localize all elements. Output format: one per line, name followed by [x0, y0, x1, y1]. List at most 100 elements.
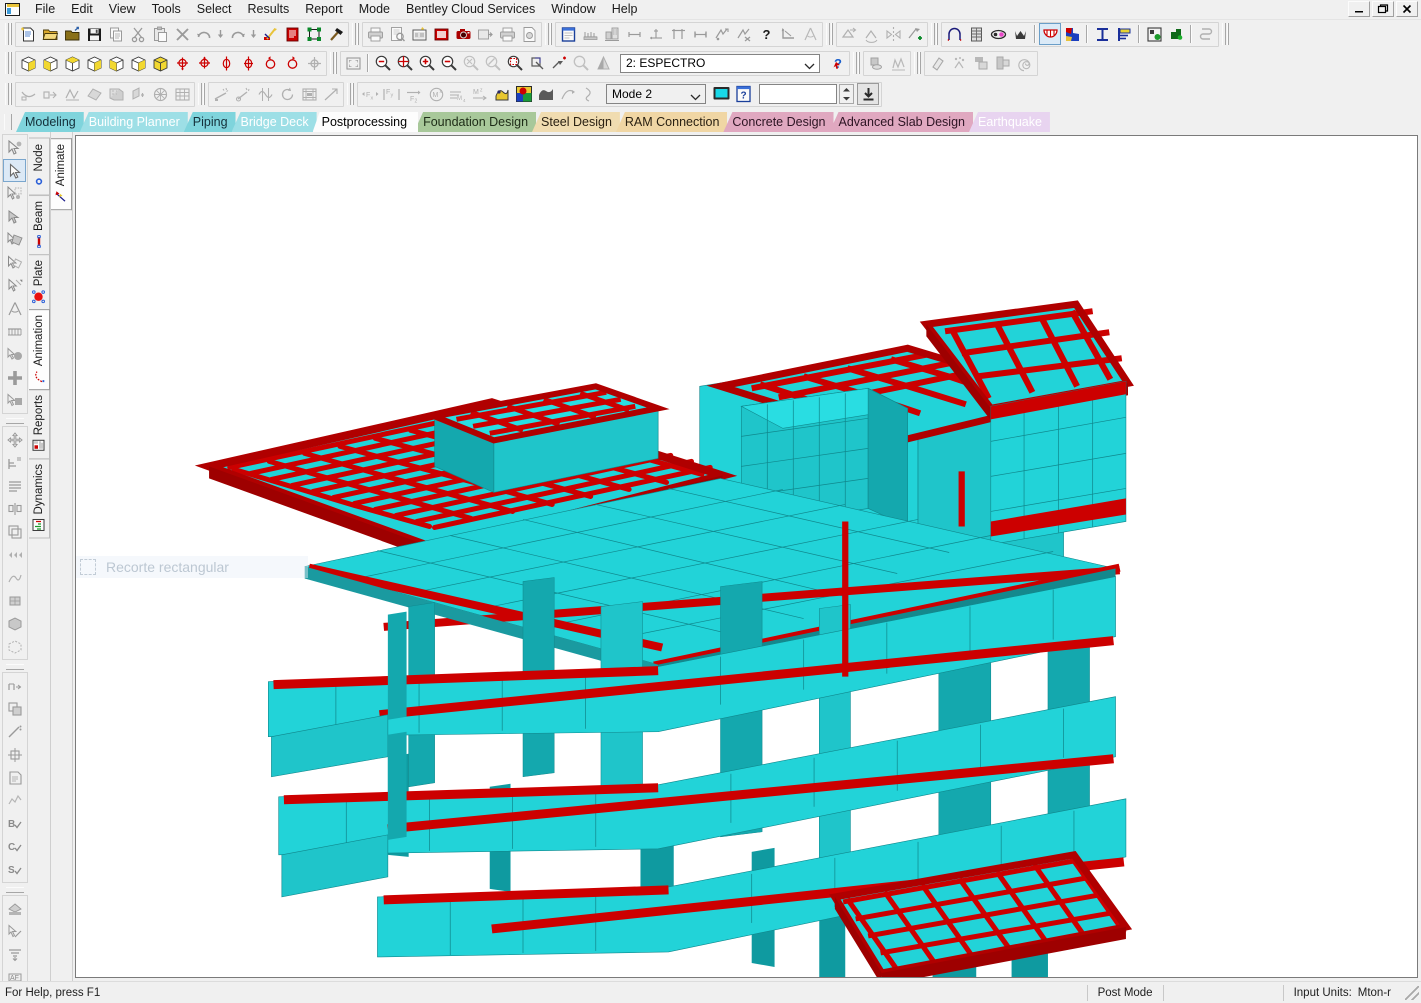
circular-repeat-icon[interactable]: [860, 23, 882, 45]
animate-deflection-icon[interactable]: [210, 83, 232, 105]
results-toolbar-grip[interactable]: [5, 83, 12, 105]
influence-icon[interactable]: [557, 83, 579, 105]
measure-icon[interactable]: [777, 23, 799, 45]
list-display-icon[interactable]: [3, 474, 26, 497]
rotate-down-icon[interactable]: [193, 52, 215, 74]
toolbar-grip-5[interactable]: [931, 23, 938, 45]
sequence-icon[interactable]: [3, 543, 26, 566]
solid-contour-icon[interactable]: [105, 83, 127, 105]
note-icon[interactable]: [557, 23, 579, 45]
table-section-icon[interactable]: [965, 23, 987, 45]
render-wire-icon[interactable]: [887, 52, 909, 74]
spiral-icon[interactable]: [1014, 52, 1036, 74]
foundation-icon[interactable]: [1165, 23, 1187, 45]
new-file-icon[interactable]: [17, 23, 39, 45]
menu-select[interactable]: Select: [189, 0, 240, 19]
resize-grip[interactable]: [1405, 985, 1419, 1000]
shear-force-fy-icon[interactable]: F y: [381, 83, 403, 105]
vtab-animate[interactable]: Animate: [51, 138, 72, 211]
output-report-icon[interactable]: [281, 23, 303, 45]
load-case-select[interactable]: 2: ESPECTRO: [620, 53, 820, 73]
deflection-icon[interactable]: [17, 83, 39, 105]
menu-report[interactable]: Report: [297, 0, 351, 19]
select-nodes-icon[interactable]: [3, 182, 26, 205]
open-folder-icon[interactable]: [39, 23, 61, 45]
take-picture-icon[interactable]: [408, 23, 430, 45]
node-select-icon[interactable]: [303, 23, 325, 45]
select-surface-icon[interactable]: [3, 297, 26, 320]
align-icon[interactable]: [3, 451, 26, 474]
tab-building-planner[interactable]: Building Planner: [79, 112, 188, 132]
view-toolbar-grip[interactable]: [5, 52, 12, 74]
spinner-up-down-icon[interactable]: [839, 84, 854, 104]
tab-advanced-slab-design[interactable]: Advanced Slab Design: [829, 112, 973, 132]
mirror-icon[interactable]: [882, 23, 904, 45]
steel-check-icon[interactable]: S: [3, 858, 26, 881]
beam-check-icon[interactable]: B: [3, 812, 26, 835]
color-contour-icon[interactable]: [513, 83, 535, 105]
zoom-out-icon[interactable]: [438, 52, 460, 74]
pointer-object-icon[interactable]: [3, 136, 26, 159]
render-toolbar-grip[interactable]: [853, 52, 860, 74]
chevron-down-icon[interactable]: [690, 90, 701, 104]
help-question-icon[interactable]: ?: [755, 23, 777, 45]
scale-input[interactable]: [759, 84, 837, 104]
cut-scissors-icon[interactable]: [127, 23, 149, 45]
zoom-next-icon[interactable]: [482, 52, 504, 74]
close-button[interactable]: [1396, 1, 1418, 17]
spin-ccw-icon[interactable]: [259, 52, 281, 74]
print-preview-icon[interactable]: [386, 23, 408, 45]
loop-animation-icon[interactable]: [276, 83, 298, 105]
animate-mode-icon[interactable]: [232, 83, 254, 105]
paste-view-icon[interactable]: [992, 52, 1014, 74]
moment-my-icon[interactable]: M 4: [447, 83, 469, 105]
arch-section-icon[interactable]: [943, 23, 965, 45]
iso-view-icon[interactable]: [17, 52, 39, 74]
toolbar-grip-3[interactable]: [545, 23, 552, 45]
export-image-icon[interactable]: [474, 23, 496, 45]
beam-stress-icon[interactable]: [61, 83, 83, 105]
beam-results-tool-icon[interactable]: [3, 720, 26, 743]
af-display-icon[interactable]: AF: [3, 966, 26, 981]
plate-contour-icon[interactable]: [83, 83, 105, 105]
beam-diagram-icon[interactable]: [1039, 23, 1061, 45]
label-remove-icon[interactable]: [733, 23, 755, 45]
layers-icon[interactable]: [3, 520, 26, 543]
print-icon[interactable]: [364, 23, 386, 45]
toolbar-grip-6[interactable]: [1222, 23, 1229, 45]
zoom-out-circle-icon[interactable]: [372, 52, 394, 74]
open-recent-icon[interactable]: [61, 23, 83, 45]
torsion-mx-icon[interactable]: M x: [425, 83, 447, 105]
copy-icon[interactable]: [105, 23, 127, 45]
insert-node-icon[interactable]: [904, 23, 926, 45]
select-beams-icon[interactable]: [3, 205, 26, 228]
vtab-reports[interactable]: Reports: [29, 388, 50, 460]
staad-app-icon[interactable]: [4, 2, 22, 18]
vtab-beam[interactable]: Beam: [29, 194, 50, 255]
display-node-dist-icon[interactable]: [623, 23, 645, 45]
tab-postprocessing[interactable]: Postprocessing: [312, 112, 419, 132]
shade-icon[interactable]: [592, 52, 614, 74]
grid-results-icon[interactable]: [149, 83, 171, 105]
tab-modeling[interactable]: Modeling: [16, 112, 84, 132]
menu-tools[interactable]: Tools: [144, 0, 189, 19]
zoom-in-icon[interactable]: [416, 52, 438, 74]
support-dim-icon[interactable]: [667, 23, 689, 45]
select-group-icon[interactable]: [3, 389, 26, 412]
select-solids-icon[interactable]: [3, 251, 26, 274]
picture-album-icon[interactable]: [430, 23, 452, 45]
side-view-icon[interactable]: [83, 52, 105, 74]
mode-shape-icon[interactable]: [254, 83, 276, 105]
model-viewport[interactable]: Recorte rectangular: [75, 135, 1418, 978]
redo-dropdown-icon[interactable]: [248, 23, 259, 45]
toolbar-grip[interactable]: [5, 23, 12, 45]
shade-display-icon[interactable]: [3, 897, 26, 920]
section-display-icon[interactable]: [127, 83, 149, 105]
crown-section-icon[interactable]: [1009, 23, 1031, 45]
hidden-line-icon[interactable]: [3, 635, 26, 658]
graph-tool-icon[interactable]: [3, 789, 26, 812]
structural-model-render[interactable]: [76, 136, 1417, 977]
zoom-center-icon[interactable]: [394, 52, 416, 74]
select-plates-icon[interactable]: [3, 228, 26, 251]
rotate-right-icon[interactable]: [237, 52, 259, 74]
